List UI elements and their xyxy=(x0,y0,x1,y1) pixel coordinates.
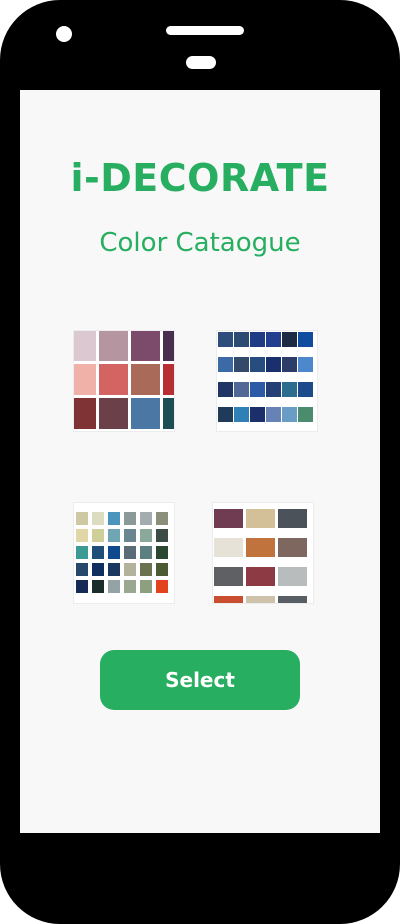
color-swatch xyxy=(108,512,120,525)
color-swatch xyxy=(99,398,128,429)
color-swatch xyxy=(140,546,152,559)
color-swatch xyxy=(234,382,249,397)
color-swatch xyxy=(92,546,104,559)
color-swatch xyxy=(124,580,136,593)
color-swatch xyxy=(282,382,297,397)
app-screen: i-DECORATE Color Cataogue Select xyxy=(20,90,380,833)
color-swatch xyxy=(76,529,88,542)
color-swatch xyxy=(92,580,104,593)
app-subtitle: Color Cataogue xyxy=(99,228,301,258)
color-swatch xyxy=(218,382,233,397)
color-swatch xyxy=(108,580,120,593)
color-swatch xyxy=(278,538,307,557)
color-swatch xyxy=(282,407,297,422)
color-swatch xyxy=(282,357,297,372)
color-swatch xyxy=(76,580,88,593)
color-swatch xyxy=(298,382,313,397)
color-swatch xyxy=(140,580,152,593)
color-swatch xyxy=(124,546,136,559)
color-swatch xyxy=(214,567,243,586)
sensor-icon xyxy=(186,56,216,69)
select-button[interactable]: Select xyxy=(100,650,300,710)
color-swatch xyxy=(218,332,233,347)
color-swatch xyxy=(99,331,128,361)
color-swatch xyxy=(234,407,249,422)
catalogue-card-2[interactable] xyxy=(216,330,318,432)
catalogue-card-4[interactable] xyxy=(212,502,314,604)
color-swatch xyxy=(124,512,136,525)
color-swatch xyxy=(250,332,265,347)
color-swatch xyxy=(278,596,307,603)
color-swatch xyxy=(266,407,281,422)
color-swatch xyxy=(108,563,120,576)
color-swatch xyxy=(156,546,168,559)
color-swatch xyxy=(156,512,168,525)
color-swatch xyxy=(99,364,128,395)
color-swatch xyxy=(124,563,136,576)
color-swatch xyxy=(74,398,96,429)
catalogue-card-3[interactable] xyxy=(73,502,175,604)
color-swatch xyxy=(131,364,160,395)
color-swatch xyxy=(76,563,88,576)
color-swatch xyxy=(131,331,160,361)
color-swatch xyxy=(156,580,168,593)
color-swatch xyxy=(282,332,297,347)
phone-frame: i-DECORATE Color Cataogue Select xyxy=(0,0,400,924)
color-swatch xyxy=(92,529,104,542)
color-swatch xyxy=(163,398,174,429)
color-swatch xyxy=(298,332,313,347)
color-swatch xyxy=(234,357,249,372)
color-swatch xyxy=(250,407,265,422)
catalogue-card-1[interactable] xyxy=(73,330,175,432)
color-swatch xyxy=(266,332,281,347)
color-swatch xyxy=(246,538,275,557)
color-swatch xyxy=(298,357,313,372)
color-swatch xyxy=(156,529,168,542)
color-swatch xyxy=(76,546,88,559)
color-swatch xyxy=(214,596,243,603)
color-swatch xyxy=(214,509,243,528)
color-swatch xyxy=(250,382,265,397)
color-swatch xyxy=(214,538,243,557)
color-swatch xyxy=(156,563,168,576)
color-swatch xyxy=(278,509,307,528)
color-swatch xyxy=(278,567,307,586)
color-swatch xyxy=(92,512,104,525)
color-swatch xyxy=(124,529,136,542)
speaker-grille xyxy=(166,26,244,35)
color-swatch xyxy=(76,512,88,525)
color-swatch xyxy=(250,357,265,372)
color-swatch xyxy=(266,357,281,372)
color-swatch xyxy=(131,398,160,429)
color-swatch xyxy=(246,567,275,586)
color-swatch xyxy=(108,546,120,559)
color-swatch xyxy=(140,563,152,576)
color-swatch xyxy=(140,512,152,525)
color-swatch xyxy=(246,596,275,603)
color-swatch xyxy=(266,382,281,397)
color-swatch xyxy=(74,364,96,395)
color-swatch xyxy=(140,529,152,542)
color-swatch xyxy=(74,331,96,361)
color-swatch xyxy=(218,357,233,372)
color-swatch xyxy=(108,529,120,542)
camera-icon xyxy=(56,26,72,42)
color-swatch xyxy=(92,563,104,576)
color-swatch xyxy=(298,407,313,422)
color-swatch xyxy=(163,364,174,395)
color-swatch xyxy=(163,331,174,361)
color-swatch xyxy=(246,509,275,528)
app-title: i-DECORATE xyxy=(70,156,330,200)
color-swatch xyxy=(218,407,233,422)
color-swatch xyxy=(234,332,249,347)
